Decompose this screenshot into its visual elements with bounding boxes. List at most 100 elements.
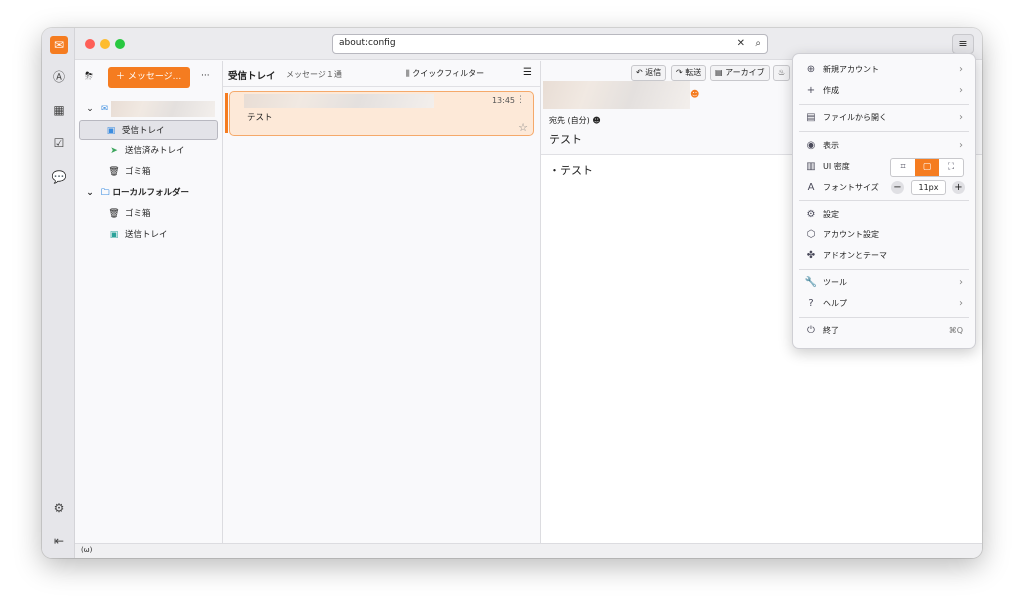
message-count: メッセージ１通 <box>286 70 342 79</box>
minimize-window-button[interactable] <box>100 39 110 49</box>
folder-pane: ⛈ ＋ メッセージ... ··· ⌄ ✉ ▣ 受信トレイ ➤ 送信済みトレイ 🗑 ゴミ箱… <box>75 61 223 543</box>
contact-icon[interactable]: ☻ <box>690 90 699 100</box>
chevron-down-icon: ⌄ <box>86 188 94 198</box>
folder-trash[interactable]: 🗑 ゴミ箱 <box>107 162 151 182</box>
clear-icon[interactable]: ✕ <box>737 38 745 49</box>
button-label: 転送 <box>685 68 702 77</box>
mail-space-icon[interactable]: ✉ <box>50 36 68 54</box>
quit-shortcut: ⌘Q <box>948 326 963 335</box>
menu-open-file[interactable]: ▤ ファイルから開く › <box>799 108 969 128</box>
menu-label: 新規アカウント <box>823 65 879 74</box>
local-folder-trash[interactable]: 🗑 ゴミ箱 <box>107 204 151 224</box>
font-size-icon: A <box>807 182 815 193</box>
button-label: 返信 <box>645 68 662 77</box>
menu-label: 作成 <box>823 86 839 95</box>
junk-icon: ♨ <box>778 68 786 77</box>
reply-icon: ↶ <box>636 68 646 77</box>
star-icon[interactable]: ☆ <box>518 121 528 134</box>
menu-separator <box>799 317 969 318</box>
plus-icon: + <box>806 85 816 96</box>
gear-icon: ⚙ <box>806 209 816 220</box>
spaces-toolbar: ✉ Ⓐ ▦ ☑ 💬 ⚙ ⇤ <box>42 28 75 558</box>
archive-button[interactable]: ▤ アーカイブ <box>710 65 770 81</box>
junk-button[interactable]: ♨ <box>773 65 791 81</box>
menu-tools[interactable]: 🔧 ツール › <box>799 273 969 293</box>
calendar-icon[interactable]: ▦ <box>50 101 68 119</box>
font-increase-button[interactable]: + <box>952 181 965 194</box>
new-account-icon: ⊕ <box>806 64 816 75</box>
folder-label: 受信トレイ <box>122 126 165 136</box>
density-normal-button[interactable]: ▢ <box>915 159 939 176</box>
help-icon: ? <box>808 298 814 309</box>
app-menu-button[interactable]: ≡ <box>952 34 974 54</box>
more-button[interactable]: ··· <box>201 71 210 81</box>
menu-quit[interactable]: ⏻ 終了 ⌘Q <box>799 321 969 341</box>
menu-separator <box>799 200 969 201</box>
account-row[interactable]: ⌄ ✉ <box>83 99 216 119</box>
density-touch-button[interactable]: ⛶ <box>939 159 963 176</box>
puzzle-icon: ✤ <box>806 250 816 261</box>
chat-icon[interactable]: 💬 <box>50 168 68 186</box>
quick-filter-label: クイックフィルター <box>412 69 485 78</box>
list-options-icon[interactable]: ☰ <box>523 67 532 78</box>
menu-help[interactable]: ? ヘルプ › <box>799 294 969 314</box>
chevron-down-icon: ⌄ <box>86 104 94 114</box>
forward-button[interactable]: ↷ 転送 <box>671 65 707 81</box>
search-icon[interactable]: ⌕ <box>755 38 761 49</box>
local-folders-row[interactable]: ⌄ 🗀 ローカルフォルダー <box>83 183 189 203</box>
recipient: 宛先 (自分) ☻ <box>549 115 601 126</box>
sender-blurred <box>244 94 434 108</box>
sender-blurred <box>543 81 690 109</box>
message-row[interactable]: 13:45 ⋮ テスト ☆ <box>229 91 534 136</box>
online-status-icon[interactable]: (ω) <box>81 546 92 554</box>
message-menu-icon[interactable]: ⋮ <box>516 95 525 105</box>
menu-label: ツール <box>823 278 847 287</box>
menu-label: 終了 <box>823 326 839 335</box>
font-decrease-button[interactable]: − <box>891 181 904 194</box>
close-window-button[interactable] <box>85 39 95 49</box>
menu-label: ヘルプ <box>823 299 847 308</box>
address-book-icon[interactable]: Ⓐ <box>50 68 68 86</box>
chevron-right-icon: › <box>959 298 963 309</box>
forward-icon: ↷ <box>676 68 686 77</box>
url-text: about:config <box>339 38 396 48</box>
maximize-window-button[interactable] <box>115 39 125 49</box>
folder-sent[interactable]: ➤ 送信済みトレイ <box>107 141 184 161</box>
power-icon: ⏻ <box>807 325 815 336</box>
menu-view[interactable]: ◉ 表示 › <box>799 136 969 156</box>
folder-label: ゴミ箱 <box>125 167 151 177</box>
eye-icon: ◉ <box>806 140 816 151</box>
menu-label: ファイルから開く <box>823 113 887 122</box>
chevron-right-icon: › <box>959 112 963 123</box>
menu-create[interactable]: + 作成 › <box>799 81 969 101</box>
chevron-right-icon: › <box>959 64 963 75</box>
archive-icon: ▤ <box>715 68 726 77</box>
account-icon: ✉ <box>101 104 109 114</box>
density-icon: ▥ <box>806 161 816 172</box>
chevron-right-icon: › <box>959 140 963 151</box>
menu-separator <box>799 104 969 105</box>
settings-gear-icon[interactable]: ⚙ <box>50 499 68 517</box>
menu-new-account[interactable]: ⊕ 新規アカウント › <box>799 60 969 80</box>
tasks-icon[interactable]: ☑ <box>50 134 68 152</box>
folder-inbox[interactable]: ▣ 受信トレイ <box>79 120 218 140</box>
file-icon: ▤ <box>806 112 816 123</box>
collapse-sidebar-icon[interactable]: ⇤ <box>50 532 68 550</box>
folder-label: 送信トレイ <box>125 230 168 240</box>
get-messages-icon[interactable]: ⛈ <box>85 71 93 82</box>
recipient-label: 宛先 (自分) <box>549 116 590 125</box>
menu-label: 表示 <box>823 141 839 150</box>
folder-label: ゴミ箱 <box>125 209 151 219</box>
reply-button[interactable]: ↶ 返信 <box>631 65 667 81</box>
url-bar[interactable]: about:config ✕ ⌕ <box>332 34 768 54</box>
wrench-icon: 🔧 <box>804 277 818 288</box>
status-bar: (ω) <box>75 543 982 558</box>
local-folder-outbox[interactable]: ▣ 送信トレイ <box>107 225 168 245</box>
density-compact-button[interactable]: ⌗ <box>891 159 915 176</box>
new-message-button[interactable]: ＋ メッセージ... <box>108 67 190 88</box>
menu-account-settings[interactable]: ⬡ アカウント設定 <box>799 225 969 245</box>
menu-settings[interactable]: ⚙ 設定 <box>799 205 969 225</box>
menu-label: アドオンとテーマ <box>823 251 887 260</box>
quick-filter-button[interactable]: ⫼ クイックフィルター <box>406 68 484 79</box>
menu-addons[interactable]: ✤ アドオンとテーマ <box>799 246 969 266</box>
